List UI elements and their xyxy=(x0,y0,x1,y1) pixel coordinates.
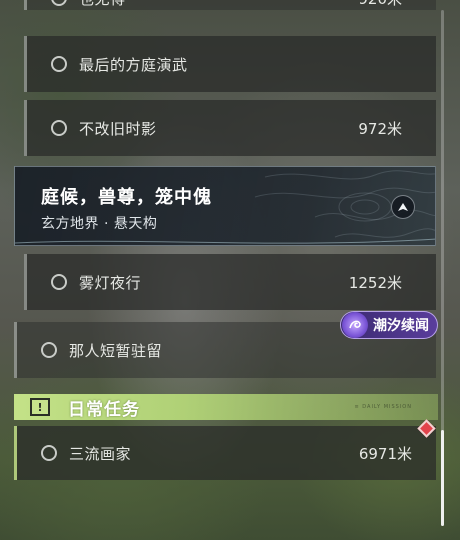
tide-story-badge[interactable]: 潮汐续闻 xyxy=(340,311,438,339)
quest-name: 三流画家 xyxy=(69,444,132,463)
daily-missions-header[interactable]: ! 日常任务 ≡ DAILY MISSION xyxy=(14,394,438,420)
quest-row-top-partial[interactable]: 也无得 920米 xyxy=(24,0,436,10)
quest-status-circle-icon xyxy=(51,0,67,6)
quest-status-circle-icon xyxy=(41,445,57,461)
quest-row-fog-lantern[interactable]: 雾灯夜行 1252米 xyxy=(24,254,436,310)
quest-name: 雾灯夜行 xyxy=(79,273,142,292)
quest-status-circle-icon xyxy=(51,56,67,72)
quest-distance: 972米 xyxy=(358,119,402,138)
active-quest-card[interactable]: 庭候，兽尊，笼中傀 玄方地界 · 悬天构 xyxy=(14,166,436,246)
quest-name: 最后的方庭演武 xyxy=(79,55,188,74)
quest-distance: 1252米 xyxy=(348,273,402,292)
daily-missions-title: 日常任务 xyxy=(68,399,140,420)
tide-badge-label: 潮汐续闻 xyxy=(373,318,429,334)
quest-distance: 6971米 xyxy=(358,444,412,463)
quest-row-unchanged-shadow[interactable]: 不改旧时影 972米 xyxy=(24,100,436,156)
quest-name: 也无得 xyxy=(79,0,126,9)
quest-row-third-rate-painter[interactable]: 三流画家 6971米 xyxy=(14,426,436,480)
quest-distance: 920米 xyxy=(358,0,402,9)
section-decoration: ≡ DAILY MISSION xyxy=(354,404,412,410)
scrollbar-thumb[interactable] xyxy=(441,430,444,526)
tide-swirl-icon xyxy=(342,312,368,338)
quest-status-circle-icon xyxy=(51,274,67,290)
active-quest-location: 玄方地界 · 悬天构 xyxy=(41,216,158,232)
quest-status-circle-icon xyxy=(41,342,57,358)
quest-name: 那人短暂驻留 xyxy=(69,341,163,360)
exclamation-icon: ! xyxy=(30,398,50,416)
navigate-arrow-icon[interactable] xyxy=(391,195,415,219)
quest-row-final-courtyard[interactable]: 最后的方庭演武 xyxy=(24,36,436,92)
active-quest-title: 庭候，兽尊，笼中傀 xyxy=(41,187,212,208)
quest-status-circle-icon xyxy=(51,120,67,136)
quest-name: 不改旧时影 xyxy=(79,119,157,138)
